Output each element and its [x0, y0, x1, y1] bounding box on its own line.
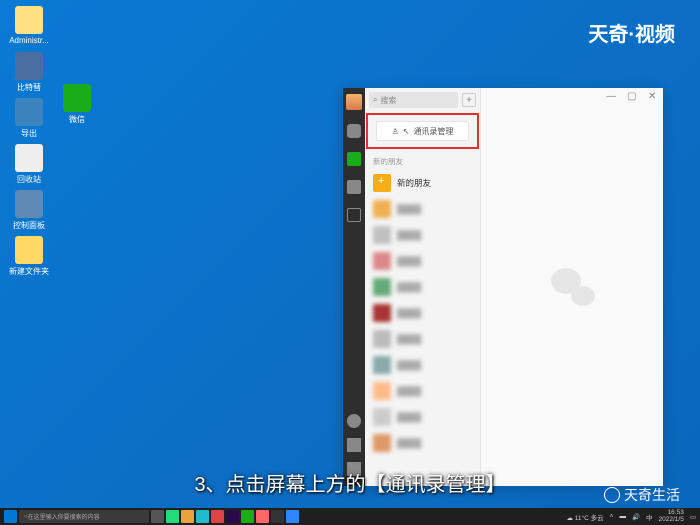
subtitle: 3、点击屏幕上方的【通讯录管理】: [194, 468, 505, 497]
wechat-logo-bg: [549, 264, 595, 310]
titlebar: — ▢ ✕: [600, 88, 663, 104]
list-item[interactable]: ████: [365, 196, 480, 222]
wechat-tb-icon[interactable]: [241, 510, 254, 523]
volume-icon[interactable]: 🔊: [632, 513, 640, 521]
pr-icon[interactable]: [226, 510, 239, 523]
app-sidebar: [343, 88, 365, 486]
desktop-icon-net[interactable]: 导出: [4, 98, 54, 139]
desktop-icon-folder[interactable]: 新建文件夹: [4, 236, 54, 277]
snip-icon[interactable]: [256, 510, 269, 523]
clock[interactable]: 16:53 2022/1/5: [659, 510, 684, 523]
explorer-icon[interactable]: [181, 510, 194, 523]
watermark-bottom: 天奇生活: [604, 485, 680, 505]
notifications-icon[interactable]: ▭: [690, 513, 696, 521]
desktop: Administr... 比特彗 导出 回收站 控制面板 新建文件夹 微信 天奇…: [0, 0, 700, 525]
maximize-button[interactable]: ▢: [627, 91, 636, 100]
cursor-icon: ↖: [403, 127, 410, 136]
avatar[interactable]: [346, 94, 362, 110]
desktop-icon-control[interactable]: 控制面板: [4, 190, 54, 231]
phone-icon[interactable]: [347, 438, 361, 452]
section-label-new: 新的朋友: [365, 150, 480, 170]
desktop-icon-pc[interactable]: 比特彗: [4, 52, 54, 93]
app2-icon[interactable]: [271, 510, 284, 523]
list-item[interactable]: ████: [365, 352, 480, 378]
highlight-box: ♙ ↖ 通讯录管理: [366, 113, 479, 149]
list-item[interactable]: ████: [365, 248, 480, 274]
person-icon: ♙: [392, 127, 399, 136]
taskbar-search[interactable]: ○ 在这里输入你要搜索的内容: [19, 510, 149, 523]
weather-widget[interactable]: ☁ 11°C 多云: [566, 512, 603, 522]
wps-icon[interactable]: [211, 510, 224, 523]
contacts-manage-button[interactable]: ♙ ↖ 通讯录管理: [376, 121, 469, 141]
list-item[interactable]: ████: [365, 378, 480, 404]
content-pane: [481, 88, 663, 486]
desktop-icon-wechat[interactable]: 微信: [52, 84, 102, 125]
list-item[interactable]: ████: [365, 300, 480, 326]
close-button[interactable]: ✕: [648, 91, 657, 100]
list-item[interactable]: ████: [365, 404, 480, 430]
desktop-icon-recycle[interactable]: 回收站: [4, 144, 54, 185]
list-item[interactable]: ████: [365, 430, 480, 456]
add-button[interactable]: +: [462, 93, 476, 107]
list-item[interactable]: ████: [365, 274, 480, 300]
baidu-icon[interactable]: [286, 510, 299, 523]
miniprogram-icon[interactable]: [347, 414, 361, 428]
network-icon[interactable]: ▬: [619, 513, 626, 520]
list-item[interactable]: ████: [365, 222, 480, 248]
wechat-window: — ▢ ✕ ⌕搜索 + ♙ ↖: [343, 88, 663, 486]
contacts-icon[interactable]: [347, 152, 361, 166]
contact-list-pane: ⌕搜索 + ♙ ↖ 通讯录管理 新的朋友 新的朋友 ████ ████ ████…: [365, 88, 481, 486]
list-item-newfriend[interactable]: 新的朋友: [365, 170, 480, 196]
watermark-top: 天奇·视频: [588, 18, 675, 47]
favorites-icon[interactable]: [347, 180, 361, 194]
start-button[interactable]: [4, 510, 17, 523]
edge-icon[interactable]: [166, 510, 179, 523]
watermark-icon: [604, 487, 620, 503]
ime-icon[interactable]: 中: [646, 512, 653, 522]
app-icon[interactable]: [196, 510, 209, 523]
taskbar: ○ 在这里输入你要搜索的内容 ☁ 11°C 多云 ˄ ▬ 🔊 中 16:53 2…: [0, 508, 700, 525]
task-view-icon[interactable]: [151, 510, 164, 523]
list-item[interactable]: ████: [365, 326, 480, 352]
chat-icon[interactable]: [347, 124, 361, 138]
files-icon[interactable]: [347, 208, 361, 222]
minimize-button[interactable]: —: [606, 91, 615, 100]
newfriend-icon: [373, 174, 391, 192]
desktop-icon-admin[interactable]: Administr...: [4, 6, 54, 45]
tray-chevron-icon[interactable]: ˄: [610, 513, 614, 520]
search-input[interactable]: ⌕搜索: [369, 92, 458, 108]
